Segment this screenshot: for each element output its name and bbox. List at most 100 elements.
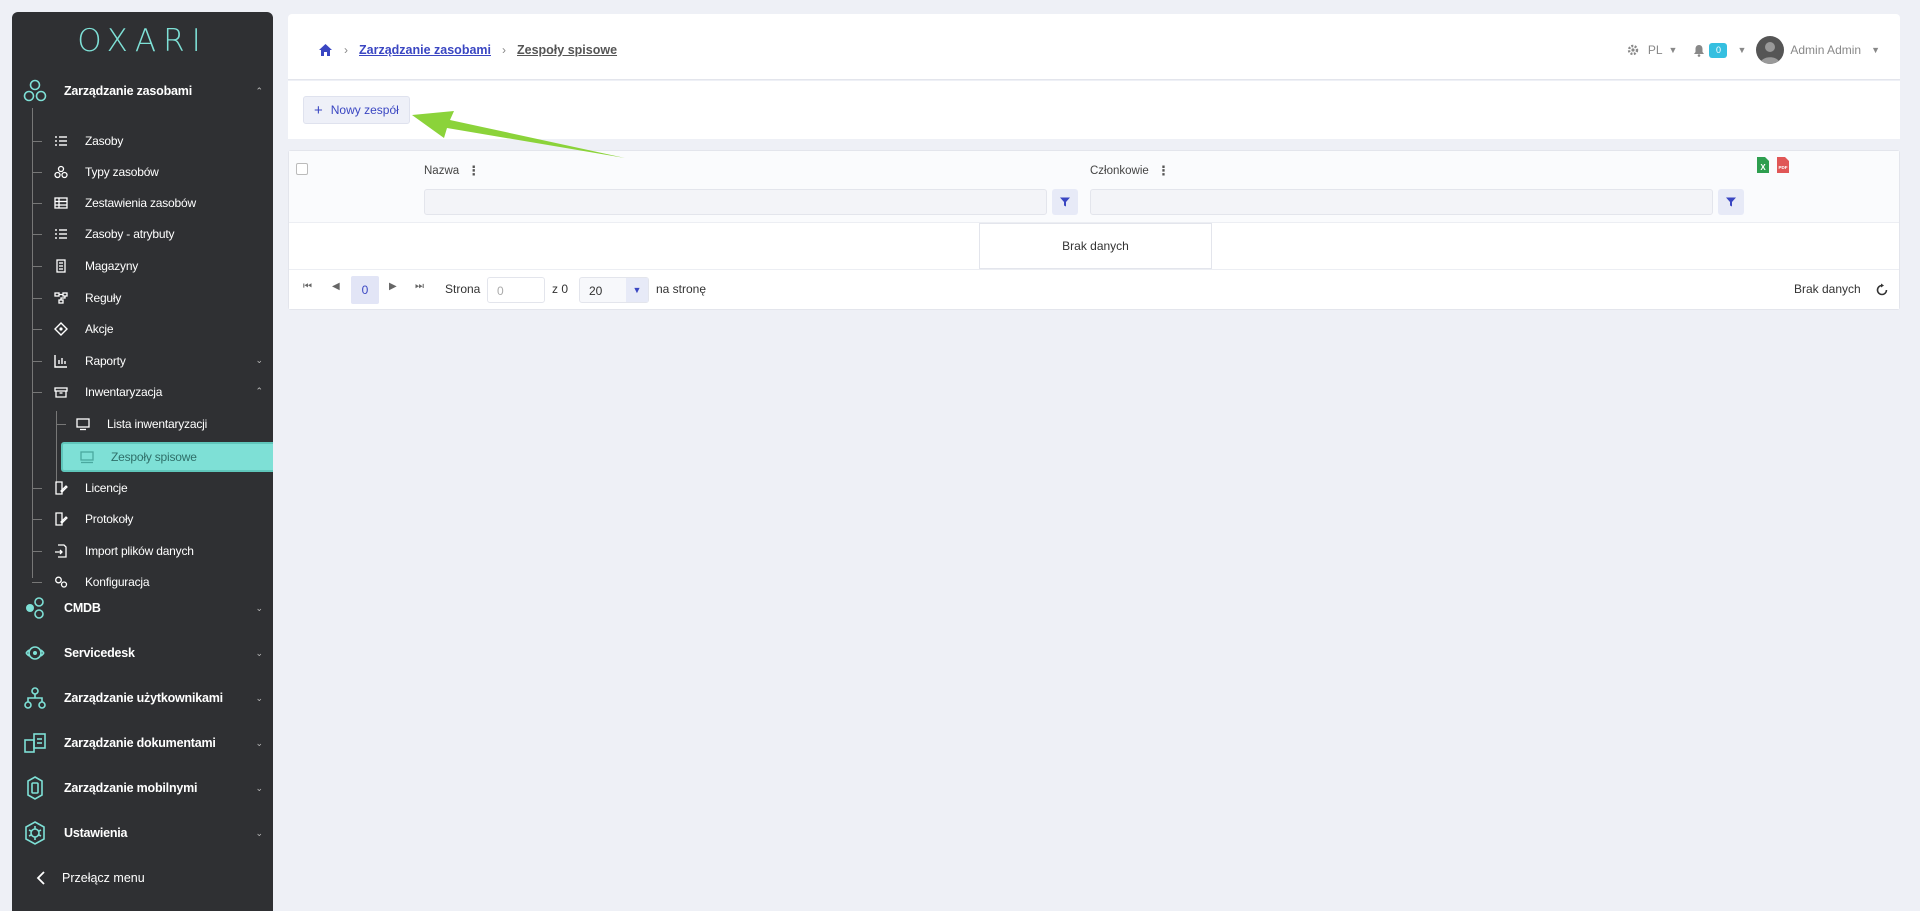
chart-icon xyxy=(54,355,67,368)
next-page-icon[interactable]: ▶ xyxy=(389,281,397,292)
page-label: Strona xyxy=(445,282,481,296)
sidebar-item-zasoby-atrybuty[interactable]: Zasoby - atrybuty xyxy=(12,220,273,248)
sidebar-section-zarzadzanie-uzytkownikami[interactable]: Zarządzanie użytkownikami ⌄ xyxy=(12,681,273,715)
chevron-down-icon: ⌄ xyxy=(255,647,263,658)
sidebar-section-servicedesk[interactable]: Servicedesk ⌄ xyxy=(12,636,273,670)
toggle-menu-button[interactable]: Przełącz menu xyxy=(12,861,273,895)
chevron-left-icon xyxy=(36,871,45,885)
page-of-label: z 0 xyxy=(552,282,569,296)
chevron-down-icon[interactable]: ▼ xyxy=(1669,45,1678,55)
pager-status: Brak danych xyxy=(1794,282,1861,296)
filter-icon xyxy=(1726,197,1736,207)
sidebar-item-zasoby[interactable]: Zasoby xyxy=(12,127,273,155)
empty-state: Brak danych xyxy=(979,223,1212,269)
column-menu-icon[interactable]: ⋮ xyxy=(1157,163,1170,179)
cmdb-icon xyxy=(26,597,44,619)
sidebar-item-magazyny[interactable]: Magazyny xyxy=(12,252,273,280)
filter-button-czlonkowie[interactable] xyxy=(1718,189,1744,215)
column-header-czlonkowie[interactable]: Członkowie ⋮ xyxy=(1090,163,1170,179)
list-icon xyxy=(55,136,67,146)
chevron-down-icon[interactable]: ▼ xyxy=(1737,45,1746,55)
chevron-down-icon: ⌄ xyxy=(255,692,263,703)
sidebar-item-raporty[interactable]: Raporty ⌄ xyxy=(12,347,273,375)
sidebar-item-licencje[interactable]: Licencje xyxy=(12,474,273,502)
last-page-icon[interactable]: ⏭ xyxy=(415,281,424,292)
breadcrumb: › Zarządzanie zasobami › Zespoły spisowe xyxy=(318,43,617,57)
chevron-right-icon: › xyxy=(344,43,348,57)
top-header: › Zarządzanie zasobami › Zespoły spisowe… xyxy=(288,14,1900,80)
sidebar-section-cmdb[interactable]: CMDB ⌄ xyxy=(12,591,273,625)
page-number-input[interactable]: 0 xyxy=(487,277,545,303)
avatar[interactable] xyxy=(1756,36,1785,64)
sidebar-item-zespoly-spisowe[interactable]: Zespoły spisowe xyxy=(12,442,273,472)
monitor-icon xyxy=(76,418,90,431)
page-size-select[interactable]: 20 ▼ xyxy=(579,277,649,303)
bell-icon[interactable] xyxy=(1693,44,1705,57)
notifications-badge[interactable]: 0 xyxy=(1709,42,1728,58)
sidebar: OXARI Zarządzanie zasobami ⌃ Zasoby Typy… xyxy=(12,12,273,911)
header-controls: PL ▼ 0 ▼ Admin Admin ▼ xyxy=(1626,36,1880,64)
edit-doc-icon xyxy=(55,512,68,526)
sidebar-item-inwentaryzacja[interactable]: Inwentaryzacja ⌃ xyxy=(12,378,273,406)
chevron-down-icon: ⌄ xyxy=(255,827,263,838)
chevron-down-icon: ▼ xyxy=(626,278,648,302)
filter-input-czlonkowie[interactable] xyxy=(1090,189,1713,215)
chevron-down-icon: ⌄ xyxy=(255,602,263,613)
diamond-icon xyxy=(54,322,68,336)
user-name[interactable]: Admin Admin xyxy=(1790,43,1861,57)
sidebar-section-zarzadzanie-zasobami[interactable]: Zarządzanie zasobami ⌃ xyxy=(12,74,273,108)
chevron-down-icon: ⌄ xyxy=(255,737,263,748)
list-icon xyxy=(55,229,67,239)
plus-icon: + xyxy=(314,101,323,119)
select-all-checkbox[interactable] xyxy=(296,163,308,175)
assets-icon xyxy=(23,79,47,102)
filter-button-nazwa[interactable] xyxy=(1052,189,1078,215)
breadcrumb-current[interactable]: Zespoły spisowe xyxy=(517,43,617,57)
chevron-down-icon: ⌄ xyxy=(255,782,263,793)
sidebar-item-zestawienia-zasobow[interactable]: Zestawienia zasobów xyxy=(12,189,273,217)
sidebar-item-reguly[interactable]: Reguły xyxy=(12,284,273,312)
edit-doc-icon xyxy=(55,481,68,495)
table-icon xyxy=(54,197,68,209)
shapes-icon xyxy=(54,165,68,179)
users-tree-icon xyxy=(24,687,46,709)
sidebar-section-zarzadzanie-mobilnymi[interactable]: Zarządzanie mobilnymi ⌄ xyxy=(12,771,273,805)
chevron-up-icon: ⌃ xyxy=(255,386,263,396)
language-select[interactable]: PL xyxy=(1648,43,1663,57)
sidebar-item-lista-inwentaryzacji[interactable]: Lista inwentaryzacji xyxy=(12,410,273,438)
data-grid: Nazwa ⋮ Członkowie ⋮ X PDF Brak danych ⏮… xyxy=(288,150,1900,310)
filter-input-nazwa[interactable] xyxy=(424,189,1047,215)
pager: ⏮ ◀ 0 ▶ ⏭ Strona 0 z 0 20 ▼ na stronę Br… xyxy=(289,269,1899,309)
current-page-button[interactable]: 0 xyxy=(351,276,379,304)
chevron-down-icon: ⌄ xyxy=(255,355,263,365)
breadcrumb-parent-link[interactable]: Zarządzanie zasobami xyxy=(359,43,491,57)
per-page-label: na stronę xyxy=(656,282,707,296)
chevron-up-icon: ⌃ xyxy=(255,85,263,96)
sidebar-item-typy-zasobow[interactable]: Typy zasobów xyxy=(12,158,273,186)
box-icon xyxy=(54,387,68,398)
sidebar-section-ustawienia[interactable]: Ustawienia ⌄ xyxy=(12,816,273,850)
flow-icon xyxy=(54,292,68,304)
excel-export-icon[interactable]: X xyxy=(1756,156,1770,174)
pdf-export-icon[interactable]: PDF xyxy=(1776,156,1790,174)
sidebar-item-protokoly[interactable]: Protokoły xyxy=(12,505,273,533)
sidebar-item-akcje[interactable]: Akcje xyxy=(12,315,273,343)
home-icon[interactable] xyxy=(318,43,333,57)
filter-icon xyxy=(1060,197,1070,207)
sidebar-item-import-plikow-danych[interactable]: Import plików danych xyxy=(12,537,273,565)
svg-text:X: X xyxy=(1760,163,1766,172)
first-page-icon[interactable]: ⏮ xyxy=(303,281,312,292)
chevron-right-icon: › xyxy=(502,43,506,57)
chevron-down-icon[interactable]: ▼ xyxy=(1871,45,1880,55)
gear-icon[interactable] xyxy=(1626,43,1640,57)
svg-text:PDF: PDF xyxy=(1779,165,1788,170)
prev-page-icon[interactable]: ◀ xyxy=(332,281,340,292)
new-team-button[interactable]: + Nowy zespół xyxy=(303,96,410,124)
gears-icon xyxy=(55,576,68,588)
sidebar-section-zarzadzanie-dokumentami[interactable]: Zarządzanie dokumentami ⌄ xyxy=(12,726,273,760)
refresh-icon[interactable] xyxy=(1875,283,1889,297)
settings-hex-icon xyxy=(25,821,45,845)
documents-icon xyxy=(24,733,46,753)
team-icon xyxy=(80,451,94,464)
mobile-icon xyxy=(27,776,43,800)
